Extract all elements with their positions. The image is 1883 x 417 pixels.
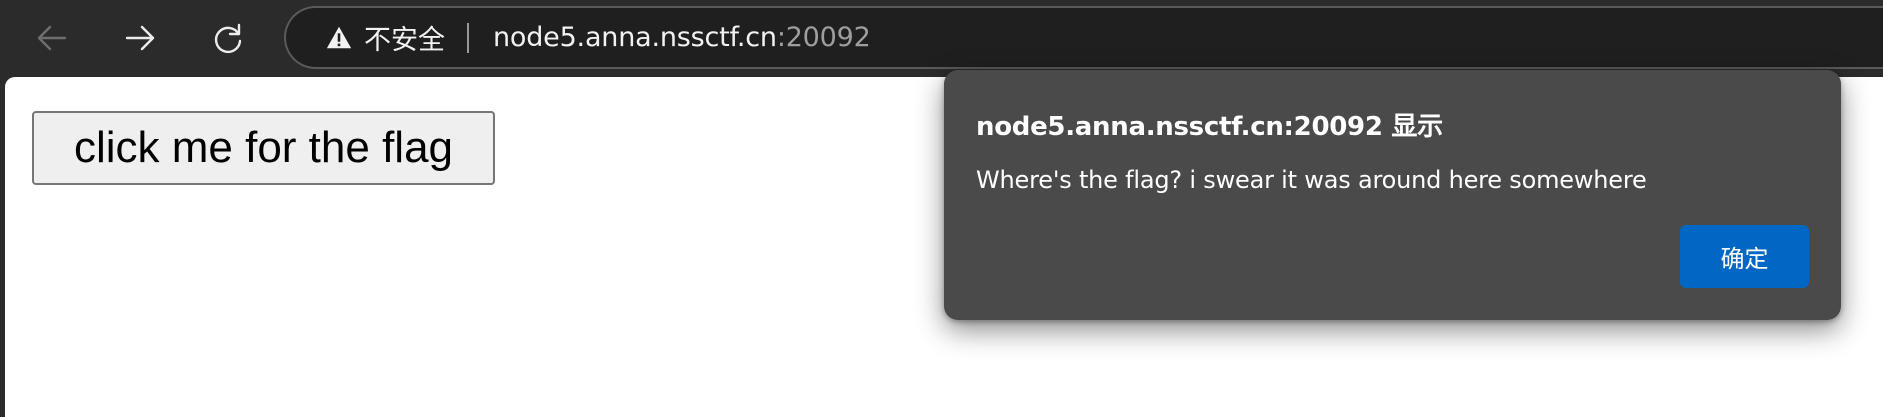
flag-button[interactable]: click me for the flag — [32, 111, 495, 185]
back-button[interactable] — [28, 14, 76, 62]
reload-button[interactable] — [204, 14, 252, 62]
warning-triangle-icon[interactable] — [324, 23, 354, 53]
ok-button[interactable]: 确定 — [1680, 225, 1809, 288]
dialog-message: Where's the flag? i swear it was around … — [976, 166, 1647, 194]
forward-button[interactable] — [116, 14, 164, 62]
address-bar[interactable]: 不安全 node5.anna.nssctf.cn:20092 — [284, 6, 1883, 69]
arrow-left-icon — [37, 25, 67, 51]
arrow-right-icon — [125, 25, 155, 51]
url-host: node5.anna.nssctf.cn — [493, 22, 777, 53]
browser-toolbar: 不安全 node5.anna.nssctf.cn:20092 — [0, 0, 1883, 76]
url-text[interactable]: node5.anna.nssctf.cn:20092 — [493, 22, 871, 53]
dialog-title: node5.anna.nssctf.cn:20092 显示 — [976, 112, 1443, 142]
address-divider — [467, 22, 469, 53]
reload-icon — [214, 23, 242, 54]
url-port: :20092 — [776, 22, 871, 53]
alert-dialog: node5.anna.nssctf.cn:20092 显示 Where's th… — [944, 70, 1841, 320]
security-status-label[interactable]: 不安全 — [364, 18, 445, 57]
